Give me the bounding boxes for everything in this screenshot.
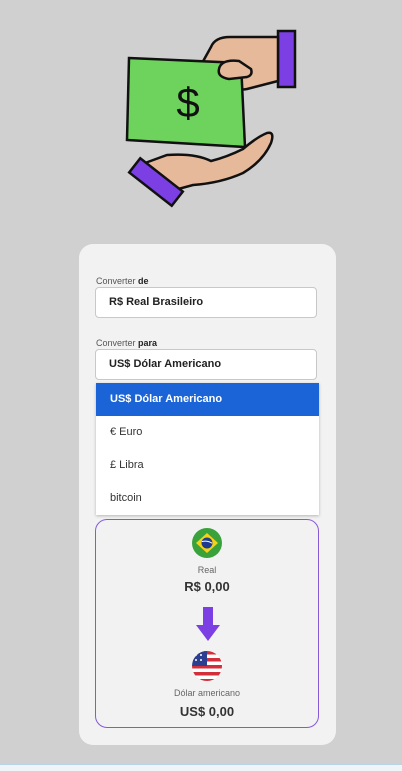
to-currency-select[interactable]: US$ Dólar Americano [95, 349, 317, 380]
arrow-down-icon [196, 607, 220, 641]
to-amount: US$ 0,00 [179, 704, 235, 719]
from-amount: R$ 0,00 [184, 579, 230, 594]
option-libra[interactable]: £ Libra [96, 449, 319, 482]
to-label: Converter para [96, 338, 158, 348]
to-currency-dropdown: US$ Dólar Americano € Euro £ Libra bitco… [96, 383, 319, 515]
usa-flag-icon [192, 651, 222, 681]
money-exchange-illustration: $ [125, 29, 297, 208]
option-usd[interactable]: US$ Dólar Americano [96, 383, 319, 416]
brazil-flag-icon [192, 528, 222, 558]
from-currency-select[interactable]: R$ Real Brasileiro [95, 287, 317, 318]
option-bitcoin[interactable]: bitcoin [96, 482, 319, 515]
to-currency-name: Dólar americano [173, 688, 241, 698]
from-label: Converter de [96, 276, 149, 286]
option-euro[interactable]: € Euro [96, 416, 319, 449]
conversion-result: Real R$ 0,00 Dólar americano US$ 0,00 [95, 519, 319, 728]
svg-text:$: $ [176, 79, 199, 126]
from-currency-name: Real [197, 565, 217, 575]
converter-card: Converter de R$ Real Brasileiro Converte… [79, 244, 336, 745]
